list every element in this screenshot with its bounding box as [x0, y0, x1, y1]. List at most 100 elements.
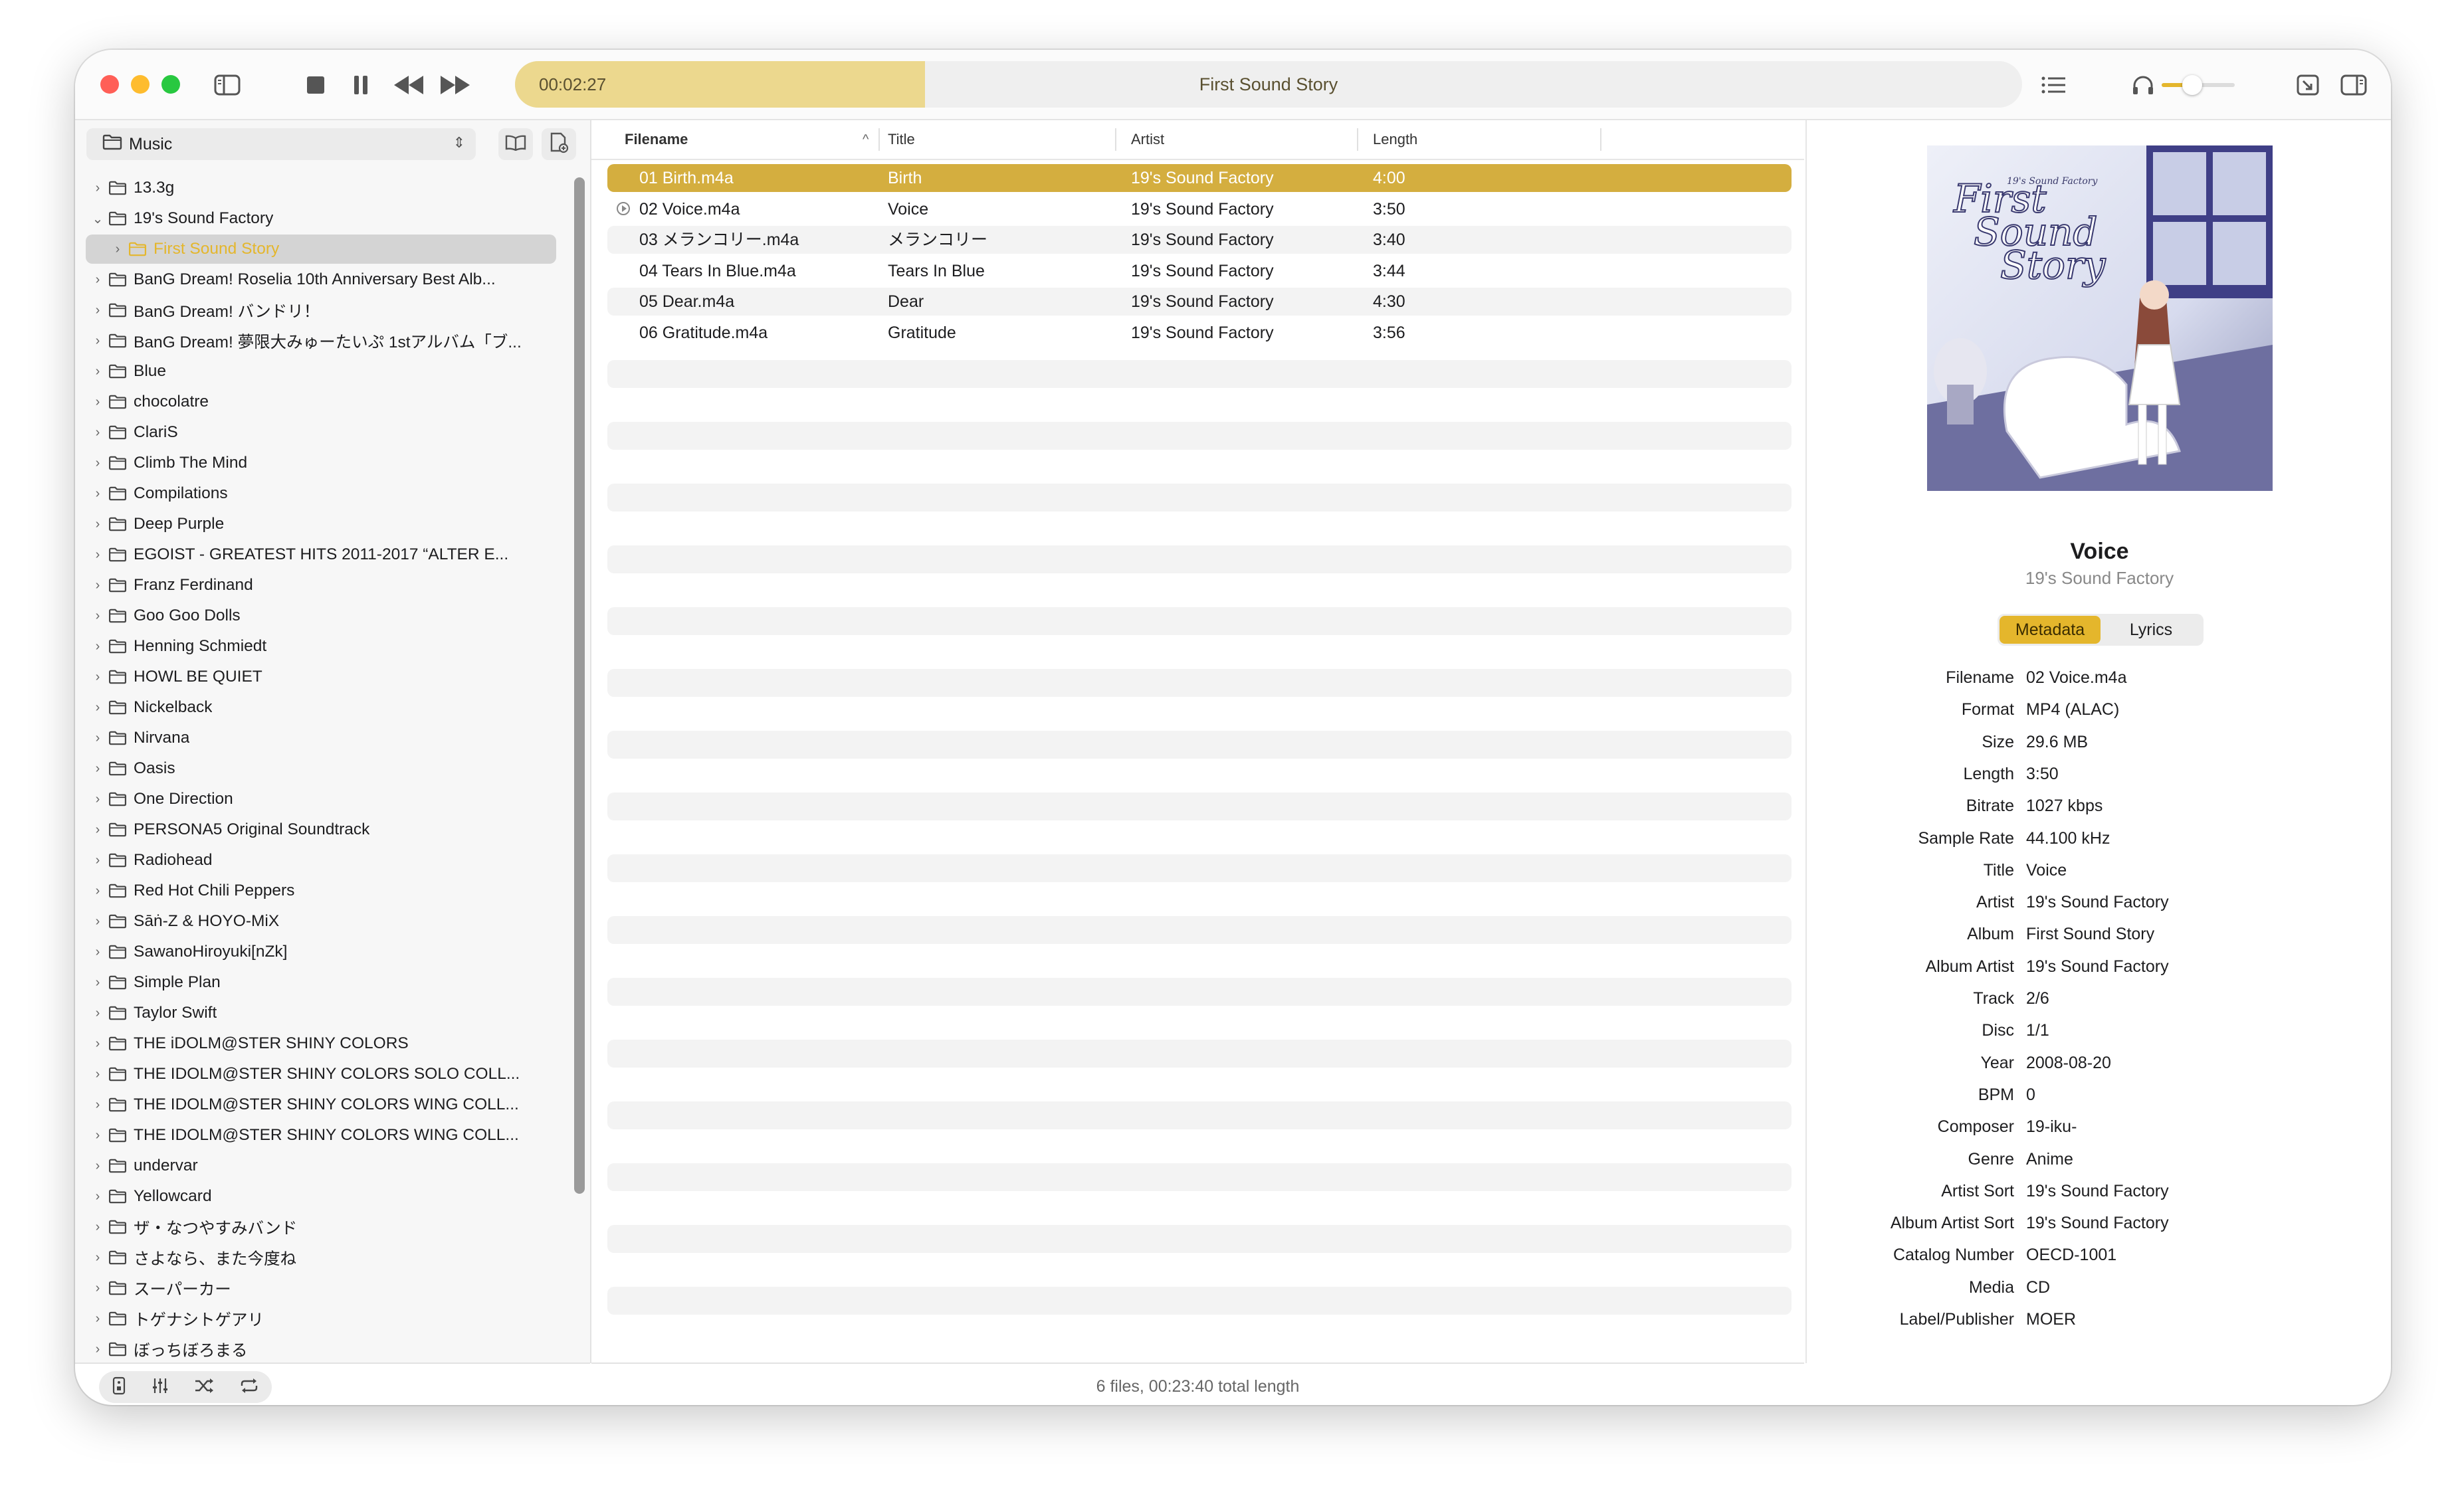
- sidebar-scrollbar[interactable]: [574, 177, 585, 1194]
- metadata-value[interactable]: 19-iku-: [2026, 1111, 2077, 1143]
- column-header-artist[interactable]: Artist: [1131, 120, 1164, 159]
- chevron-right-icon[interactable]: ›: [91, 914, 104, 929]
- chevron-right-icon[interactable]: ›: [91, 1189, 104, 1204]
- chevron-right-icon[interactable]: ›: [91, 609, 104, 624]
- column-header-length[interactable]: Length: [1373, 120, 1417, 159]
- chevron-right-icon[interactable]: ›: [91, 303, 104, 318]
- sidebar-item[interactable]: › One Direction: [75, 785, 233, 814]
- sidebar-item[interactable]: › Franz Ferdinand: [75, 571, 253, 600]
- metadata-value[interactable]: First Sound Story: [2026, 918, 2154, 950]
- sidebar-item[interactable]: › THE IDOLM@STER SHINY COLORS WING COLL..…: [75, 1121, 519, 1150]
- tab-lyrics[interactable]: Lyrics: [2101, 616, 2202, 644]
- open-book-button[interactable]: [498, 128, 533, 160]
- chevron-right-icon[interactable]: ›: [91, 1097, 104, 1113]
- sidebar-item[interactable]: › ClariS: [75, 418, 178, 447]
- chevron-right-icon[interactable]: ›: [91, 884, 104, 899]
- sidebar-item[interactable]: › ザ・なつやすみバンド: [75, 1212, 298, 1242]
- sidebar-item[interactable]: › EGOIST - GREATEST HITS 2011-2017 “ALTER…: [75, 540, 508, 569]
- sidebar-item[interactable]: › BanG Dream! Roselia 10th Anniversary Be…: [75, 265, 496, 294]
- column-divider[interactable]: [1115, 128, 1116, 151]
- table-row[interactable]: 04 Tears In Blue.m4a Tears In Blue 19's So…: [607, 257, 1792, 285]
- chevron-right-icon[interactable]: ›: [91, 425, 104, 440]
- chevron-right-icon[interactable]: ›: [111, 242, 124, 257]
- pause-button[interactable]: [348, 70, 374, 100]
- add-files-button[interactable]: [542, 128, 576, 160]
- chevron-right-icon[interactable]: ›: [91, 1006, 104, 1021]
- library-source-select[interactable]: Music ⇕: [86, 128, 476, 160]
- sidebar-item[interactable]: › ぼっちぼろまる: [75, 1335, 248, 1364]
- chevron-right-icon[interactable]: ›: [91, 547, 104, 563]
- metadata-value[interactable]: 0: [2026, 1079, 2035, 1111]
- tab-metadata[interactable]: Metadata: [2000, 616, 2101, 644]
- chevron-right-icon[interactable]: ›: [91, 731, 104, 746]
- metadata-value[interactable]: 19's Sound Factory: [2026, 951, 2169, 983]
- sidebar-item[interactable]: › Goo Goo Dolls: [75, 601, 241, 630]
- sidebar-item[interactable]: › Deep Purple: [75, 510, 225, 539]
- column-divider[interactable]: [1600, 128, 1601, 151]
- chevron-right-icon[interactable]: ›: [91, 1281, 104, 1296]
- sidebar-item[interactable]: › Henning Schmiedt: [75, 632, 267, 661]
- mini-player-button[interactable]: [2293, 70, 2322, 100]
- chevron-right-icon[interactable]: ›: [91, 456, 104, 471]
- toggle-sidebar-button[interactable]: [212, 70, 243, 100]
- sidebar-item[interactable]: › Simple Plan: [75, 968, 221, 997]
- sidebar-item[interactable]: › THE IDOLM@STER SHINY COLORS WING COLL..…: [75, 1090, 519, 1119]
- playback-progress-bar[interactable]: 00:02:27 First Sound Story: [515, 61, 2022, 108]
- chevron-right-icon[interactable]: ›: [91, 975, 104, 990]
- chevron-right-icon[interactable]: ›: [91, 1067, 104, 1082]
- metadata-value[interactable]: 44.100 kHz: [2026, 822, 2110, 854]
- sidebar-item[interactable]: › Oasis: [75, 754, 175, 783]
- chevron-right-icon[interactable]: ›: [91, 1311, 104, 1327]
- table-row[interactable]: 03 メランコリー.m4a メランコリー 19's Sound Factory 3:4…: [607, 226, 1792, 254]
- stop-button[interactable]: [302, 70, 329, 100]
- metadata-value[interactable]: 1/1: [2026, 1014, 2049, 1046]
- sidebar-item[interactable]: › BanG Dream! バンドリ！: [75, 296, 320, 325]
- sidebar-item[interactable]: › Nickelback: [75, 693, 213, 722]
- remote-button[interactable]: [112, 1376, 126, 1398]
- column-header-filename[interactable]: Filename: [625, 120, 688, 159]
- chevron-right-icon[interactable]: ›: [91, 670, 104, 685]
- sidebar-item[interactable]: › Nirvana: [75, 723, 190, 753]
- chevron-right-icon[interactable]: ›: [91, 945, 104, 960]
- chevron-right-icon[interactable]: ›: [91, 1250, 104, 1266]
- sidebar-item[interactable]: › トゲナシトゲアリ: [75, 1304, 264, 1333]
- metadata-value[interactable]: Anime: [2026, 1143, 2073, 1175]
- metadata-value[interactable]: 19's Sound Factory: [2026, 1175, 2169, 1207]
- previous-track-button[interactable]: [390, 70, 427, 100]
- chevron-right-icon[interactable]: ›: [91, 517, 104, 532]
- chevron-right-icon[interactable]: ›: [91, 364, 104, 379]
- chevron-right-icon[interactable]: ›: [91, 1128, 104, 1143]
- sidebar-item[interactable]: › Compilations: [75, 479, 228, 508]
- column-divider[interactable]: [878, 128, 880, 151]
- zoom-window-button[interactable]: [161, 75, 180, 94]
- sidebar-item[interactable]: › First Sound Story: [75, 235, 556, 264]
- sidebar-item[interactable]: › Yellowcard: [75, 1182, 212, 1211]
- sidebar-item[interactable]: › BanG Dream! 夢限大みゅーたいぷ 1stアルバム「ブ...: [75, 326, 522, 355]
- chevron-right-icon[interactable]: ›: [91, 853, 104, 868]
- output-device-button[interactable]: [2130, 70, 2156, 100]
- chevron-right-icon[interactable]: ›: [91, 272, 104, 288]
- sidebar-item[interactable]: › THE iDOLM@STER SHINY COLORS: [75, 1029, 409, 1058]
- metadata-value[interactable]: 3:50: [2026, 758, 2059, 790]
- volume-slider[interactable]: [2162, 75, 2235, 95]
- chevron-right-icon[interactable]: ›: [91, 1220, 104, 1235]
- table-row[interactable]: 06 Gratitude.m4a Gratitude 19's Sound Fact…: [607, 319, 1792, 347]
- shuffle-button[interactable]: [194, 1378, 214, 1397]
- minimize-window-button[interactable]: [131, 75, 150, 94]
- metadata-value[interactable]: 29.6 MB: [2026, 726, 2088, 758]
- metadata-value[interactable]: 19's Sound Factory: [2026, 1207, 2169, 1239]
- chevron-right-icon[interactable]: ›: [91, 395, 104, 410]
- sidebar-item[interactable]: › 13.3g: [75, 173, 175, 203]
- chevron-right-icon[interactable]: ›: [91, 181, 104, 196]
- sidebar-item[interactable]: › さよなら、また今度ね: [75, 1243, 296, 1272]
- sidebar-item[interactable]: › Radiohead: [75, 846, 213, 875]
- metadata-value[interactable]: CD: [2026, 1271, 2050, 1303]
- column-divider[interactable]: [1357, 128, 1358, 151]
- chevron-right-icon[interactable]: ›: [91, 1342, 104, 1357]
- chevron-right-icon[interactable]: ›: [91, 1036, 104, 1052]
- volume-knob[interactable]: [2182, 75, 2203, 95]
- chevron-right-icon[interactable]: ›: [91, 1159, 104, 1174]
- chevron-right-icon[interactable]: ›: [91, 578, 104, 593]
- table-row[interactable]: 05 Dear.m4a Dear 19's Sound Factory 4:30: [607, 288, 1792, 316]
- queue-button[interactable]: [2038, 70, 2069, 100]
